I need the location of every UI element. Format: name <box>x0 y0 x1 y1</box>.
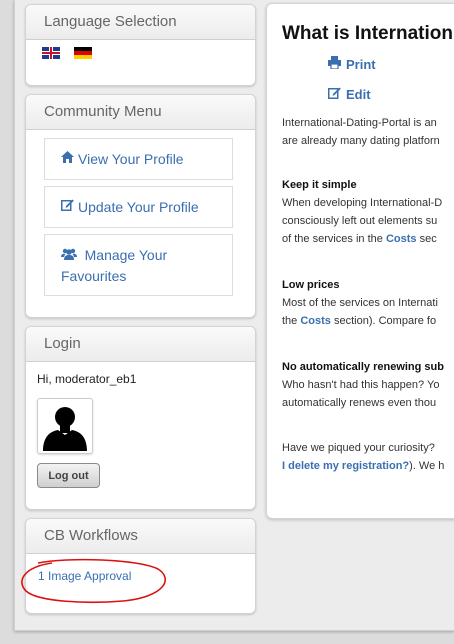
manage-favourites-link[interactable]: Manage Your Favourites <box>44 234 233 296</box>
article-title: What is Internation <box>282 23 453 44</box>
login-title: Login <box>26 327 255 362</box>
print-button[interactable]: Print <box>328 56 376 72</box>
home-icon <box>61 149 74 169</box>
view-profile-label: View Your Profile <box>78 151 184 167</box>
edit-label: Edit <box>346 86 371 102</box>
edit-icon <box>61 197 74 217</box>
p2-line-2: the Costs section). Compare fo <box>282 315 437 327</box>
intro-line-1: International-Dating-Portal is an <box>282 117 437 129</box>
language-selection-title: Language Selection <box>26 5 255 40</box>
p3-line-1: Who hasn't had this happen? Yo <box>282 379 440 391</box>
costs-link[interactable]: Costs <box>386 233 417 245</box>
edit-icon <box>328 86 341 102</box>
language-selection-module: Language Selection <box>25 4 256 86</box>
p4-line-2: I delete my registration?). We h <box>282 460 445 472</box>
cb-workflows-title: CB Workflows <box>26 519 255 554</box>
p2-line-1: Most of the services on Internati <box>282 297 438 309</box>
p1-line-3: of the services in the Costs sec <box>282 233 437 245</box>
heading-no-renewing: No automatically renewing sub <box>282 361 444 373</box>
german-flag-icon[interactable] <box>74 47 92 59</box>
users-icon <box>61 248 81 263</box>
update-profile-label: Update Your Profile <box>78 199 199 215</box>
view-profile-link[interactable]: View Your Profile <box>44 138 233 180</box>
annotation-circle <box>21 558 166 604</box>
heading-keep-it-simple: Keep it simple <box>282 179 357 191</box>
heading-low-prices: Low prices <box>282 279 340 291</box>
avatar <box>37 398 93 454</box>
p4-line-1: Have we piqued your curiosity? <box>282 442 435 454</box>
edit-button[interactable]: Edit <box>328 86 371 102</box>
p3-line-2: automatically renews even thou <box>282 397 437 409</box>
manage-favourites-label-line1: Manage Your <box>84 247 168 263</box>
p1-line-2: consciously left out elements su <box>282 215 438 227</box>
uk-flag-icon[interactable] <box>42 47 60 59</box>
print-icon <box>328 56 341 72</box>
intro-line-2: are already many dating platforn <box>282 135 440 147</box>
p1-line-1: When developing International-D <box>282 197 443 209</box>
update-profile-link[interactable]: Update Your Profile <box>44 186 233 228</box>
print-label: Print <box>346 56 376 72</box>
manage-favourites-label-line2: Favourites <box>61 268 127 284</box>
community-menu-title: Community Menu <box>26 95 255 130</box>
costs-link[interactable]: Costs <box>300 315 331 327</box>
delete-registration-link[interactable]: I delete my registration? <box>282 460 409 472</box>
login-greeting: Hi, moderator_eb1 <box>37 372 137 386</box>
user-silhouette-icon <box>43 407 87 451</box>
logout-button[interactable]: Log out <box>37 463 100 488</box>
